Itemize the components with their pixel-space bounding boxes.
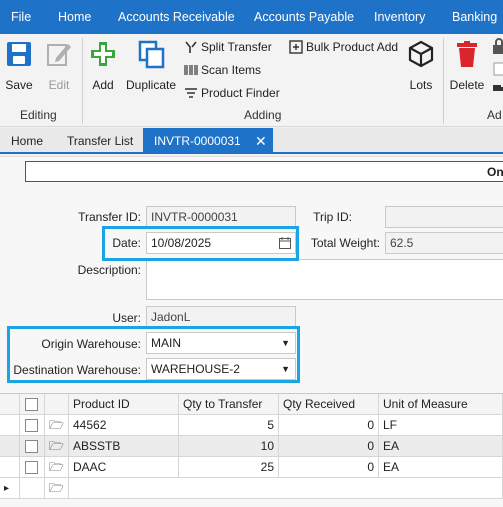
- cell-qty-received[interactable]: 0: [279, 457, 379, 478]
- box-icon: [408, 40, 434, 68]
- grid-icon-header: [45, 394, 69, 415]
- cell-product-id[interactable]: ABSSTB: [69, 436, 179, 457]
- duplicate-icon: [138, 40, 165, 69]
- group-adding-label: Adding: [244, 108, 282, 122]
- checkbox[interactable]: [25, 440, 38, 453]
- open-folder-icon[interactable]: 🗁: [45, 457, 69, 478]
- warehouse-highlight: [7, 326, 300, 383]
- group-partial-label: Ad: [487, 108, 502, 122]
- action-bar[interactable]: On: [25, 161, 503, 182]
- menu-home[interactable]: Home: [58, 0, 91, 34]
- table-row[interactable]: [20, 436, 45, 457]
- cell-product-id[interactable]: DAAC: [69, 457, 179, 478]
- plus-icon: [91, 42, 115, 66]
- row-header: [0, 415, 20, 436]
- transfer-id-field[interactable]: INVTR-0000031: [146, 206, 296, 228]
- tab-label: INVTR-0000031: [154, 134, 241, 148]
- trip-id-field[interactable]: [385, 206, 503, 228]
- cell-qty-to-transfer[interactable]: 5: [179, 415, 279, 436]
- grid-corner: [0, 394, 20, 415]
- table-row[interactable]: [20, 415, 45, 436]
- tab-invtr-0000031[interactable]: INVTR-0000031 ✕: [143, 128, 273, 154]
- save-button[interactable]: Save: [4, 38, 34, 94]
- duplicate-label: Duplicate: [125, 78, 177, 92]
- product-grid: Product ID Qty to Transfer Qty Received …: [0, 393, 503, 499]
- save-icon: [7, 42, 31, 66]
- open-folder-icon[interactable]: 🗁: [45, 436, 69, 457]
- cell-qty-received[interactable]: 0: [279, 436, 379, 457]
- cell-qty-to-transfer[interactable]: 25: [179, 457, 279, 478]
- barcode-icon: [184, 65, 198, 75]
- ribbon: Save Edit Editing Add Duplicate Split Tr…: [0, 34, 503, 127]
- checkbox[interactable]: [25, 461, 38, 474]
- menu-file[interactable]: File: [11, 0, 31, 34]
- cell-unit-of-measure[interactable]: EA: [379, 436, 503, 457]
- cell-unit-of-measure[interactable]: LF: [379, 415, 503, 436]
- menu-inventory[interactable]: Inventory: [374, 0, 425, 34]
- save-label: Save: [5, 78, 33, 92]
- add-button[interactable]: Add: [88, 38, 118, 94]
- lots-label: Lots: [409, 78, 433, 92]
- ribbon-separator: [443, 38, 444, 124]
- delete-button[interactable]: Delete: [448, 38, 486, 94]
- user-field[interactable]: JadonL: [146, 306, 296, 328]
- split-icon: [185, 41, 197, 53]
- row-header: [0, 436, 20, 457]
- action-bar-label: On: [487, 165, 503, 179]
- filter-icon: [185, 88, 197, 98]
- menu-bar: File Home Accounts Receivable Accounts P…: [0, 0, 503, 34]
- cell-qty-received[interactable]: 0: [279, 415, 379, 436]
- checkbox[interactable]: [25, 419, 38, 432]
- tab-transfer-list[interactable]: Transfer List: [67, 128, 133, 154]
- document-icon: [493, 62, 503, 76]
- open-folder-icon[interactable]: 🗁: [45, 478, 69, 499]
- document-tabs: Home Transfer List INVTR-0000031 ✕: [0, 128, 503, 154]
- trip-id-label: Trip ID:: [313, 210, 352, 224]
- column-header-unit-of-measure[interactable]: Unit of Measure: [379, 394, 503, 415]
- lock-icon: [493, 38, 503, 54]
- description-field[interactable]: [146, 259, 503, 300]
- open-folder-icon[interactable]: 🗁: [45, 415, 69, 436]
- new-row[interactable]: [20, 478, 45, 499]
- bulk-add-icon: [289, 40, 303, 54]
- total-weight-field[interactable]: 62.5: [385, 232, 503, 254]
- menu-accounts-payable[interactable]: Accounts Payable: [254, 0, 354, 34]
- trash-icon: [457, 41, 477, 67]
- cell-unit-of-measure[interactable]: EA: [379, 457, 503, 478]
- close-icon[interactable]: ✕: [255, 128, 267, 154]
- table-row[interactable]: [20, 457, 45, 478]
- menu-banking[interactable]: Banking: [452, 0, 497, 34]
- ribbon-separator: [82, 38, 83, 124]
- row-header: [0, 457, 20, 478]
- cell-product-id[interactable]: 44562: [69, 415, 179, 436]
- divider: [0, 156, 503, 157]
- grid-select-all[interactable]: [20, 394, 45, 415]
- edit-label: Edit: [48, 78, 70, 92]
- delete-label: Delete: [449, 78, 485, 92]
- cell-qty-to-transfer[interactable]: 10: [179, 436, 279, 457]
- group-editing-label: Editing: [20, 108, 57, 122]
- edit-icon: [47, 44, 71, 66]
- column-header-product-id[interactable]: Product ID: [69, 394, 179, 415]
- total-weight-label: Total Weight:: [310, 236, 380, 250]
- tab-home[interactable]: Home: [11, 128, 43, 154]
- column-header-qty-received[interactable]: Qty Received: [279, 394, 379, 415]
- add-label: Add: [92, 78, 114, 92]
- duplicate-button[interactable]: Duplicate: [124, 38, 178, 94]
- truck-icon: [493, 85, 503, 91]
- new-row-marker: ▸: [0, 478, 20, 499]
- edit-button[interactable]: Edit: [44, 38, 74, 94]
- description-label: Description:: [77, 263, 141, 277]
- new-row-cells[interactable]: [69, 478, 503, 499]
- lots-button[interactable]: Lots: [404, 38, 438, 94]
- transfer-id-label: Transfer ID:: [78, 210, 141, 224]
- user-label: User:: [112, 311, 141, 325]
- checkbox[interactable]: [25, 398, 38, 411]
- menu-accounts-receivable[interactable]: Accounts Receivable: [118, 0, 235, 34]
- column-header-qty-to-transfer[interactable]: Qty to Transfer: [179, 394, 279, 415]
- date-highlight: [102, 226, 299, 261]
